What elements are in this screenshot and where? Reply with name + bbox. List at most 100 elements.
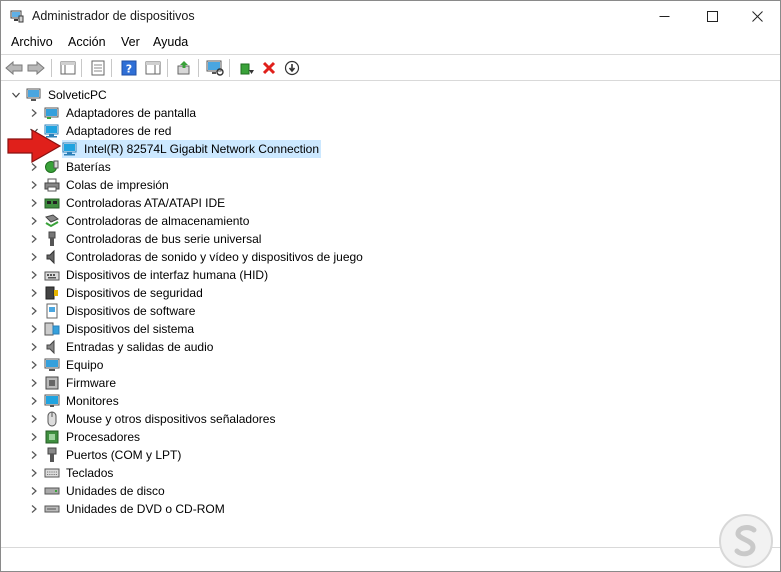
tree-item-label: Colas de impresión [66, 178, 169, 192]
processor-icon [44, 429, 60, 445]
device-manager-app-icon [10, 9, 24, 23]
tree-category-item[interactable]: Procesadores [28, 428, 142, 446]
menu-archivo[interactable]: Archivo [11, 35, 53, 49]
storage-controller-icon [44, 213, 60, 229]
enable-device-icon[interactable] [237, 58, 257, 78]
chevron-right-icon[interactable] [28, 431, 40, 443]
tree-category-item[interactable]: Puertos (COM y LPT) [28, 446, 183, 464]
tree-item-label: Procesadores [66, 430, 141, 444]
chevron-right-icon[interactable] [28, 269, 40, 281]
tree-item-label: Unidades de disco [66, 484, 165, 498]
chevron-right-icon[interactable] [28, 287, 40, 299]
tree-category-item[interactable]: Dispositivos de seguridad [28, 284, 205, 302]
chevron-right-icon[interactable] [28, 467, 40, 479]
security-device-icon [44, 285, 60, 301]
tree-category-item[interactable]: Firmware [28, 374, 118, 392]
computer-icon [26, 87, 42, 103]
menu-accion[interactable]: Acción [68, 35, 106, 49]
tree-category-item[interactable]: Controladoras de sonido y vídeo y dispos… [28, 248, 365, 266]
audio-io-icon [44, 339, 60, 355]
port-icon [44, 447, 60, 463]
menu-ayuda[interactable]: Ayuda [153, 35, 188, 49]
tree-category-item[interactable]: Dispositivos de software [28, 302, 197, 320]
back-arrow-icon[interactable] [4, 58, 24, 78]
update-driver-icon[interactable] [174, 58, 194, 78]
toolbar-separator [198, 59, 199, 77]
tree-item-label: Adaptadores de red [66, 124, 172, 138]
tree-category-item[interactable]: Teclados [28, 464, 115, 482]
tree-item-label: Dispositivos de software [66, 304, 196, 318]
tree-category-item[interactable]: Adaptadores de pantalla [28, 104, 198, 122]
tree-item-label: Dispositivos de seguridad [66, 286, 203, 300]
tree-item-label: Controladoras de bus serie universal [66, 232, 262, 246]
tree-category-item[interactable]: Controladoras de almacenamiento [28, 212, 251, 230]
tree-item-label: Monitores [66, 394, 119, 408]
chevron-right-icon[interactable] [28, 179, 40, 191]
chevron-right-icon[interactable] [28, 449, 40, 461]
device-tree: SolveticPC Adaptadores de pantalla Adapta… [2, 82, 779, 545]
tree-item-label: Equipo [66, 358, 104, 372]
toolbar-separator [111, 59, 112, 77]
chevron-down-icon[interactable] [10, 89, 22, 101]
disable-device-icon[interactable] [282, 58, 302, 78]
hid-icon [44, 267, 60, 283]
chevron-right-icon[interactable] [28, 359, 40, 371]
chevron-right-icon[interactable] [28, 341, 40, 353]
tree-category-item[interactable]: Dispositivos del sistema [28, 320, 196, 338]
tree-item-label: Firmware [66, 376, 116, 390]
tree-item-label: Intel(R) 82574L Gigabit Network Connecti… [82, 140, 322, 158]
status-bar [1, 547, 780, 571]
tree-category-item[interactable]: Unidades de DVD o CD-ROM [28, 500, 227, 518]
tree-category-item[interactable]: Controladoras de bus serie universal [28, 230, 263, 248]
printer-icon [44, 177, 60, 193]
chevron-right-icon[interactable] [28, 197, 40, 209]
show-hide-tree-icon[interactable] [58, 58, 78, 78]
tree-category-item[interactable]: Entradas y salidas de audio [28, 338, 215, 356]
tree-category-item[interactable]: Colas de impresión [28, 176, 171, 194]
chevron-right-icon[interactable] [28, 485, 40, 497]
chevron-right-icon[interactable] [28, 233, 40, 245]
toolbar-separator [81, 59, 82, 77]
ide-controller-icon [44, 195, 60, 211]
chevron-right-icon[interactable] [28, 323, 40, 335]
uninstall-device-icon[interactable] [259, 58, 279, 78]
tree-category-item[interactable]: Monitores [28, 392, 121, 410]
tree-category-item[interactable]: Unidades de disco [28, 482, 167, 500]
menu-ver[interactable]: Ver [121, 35, 140, 49]
disk-drive-icon [44, 483, 60, 499]
close-button[interactable] [734, 1, 780, 32]
monitor-icon [44, 393, 60, 409]
chevron-right-icon[interactable] [28, 413, 40, 425]
svg-text:?: ? [126, 63, 132, 76]
tree-item-label: Teclados [66, 466, 114, 480]
chevron-right-icon[interactable] [28, 305, 40, 317]
help-icon[interactable]: ? [119, 58, 139, 78]
tree-item-label: Baterías [66, 160, 111, 174]
solvetic-logo [719, 514, 773, 568]
tree-category-item[interactable]: Controladoras ATA/ATAPI IDE [28, 194, 227, 212]
chevron-right-icon[interactable] [28, 503, 40, 515]
action-pane-icon[interactable] [143, 58, 163, 78]
tree-item-label: Entradas y salidas de audio [66, 340, 214, 354]
scan-hardware-icon[interactable] [205, 58, 225, 78]
tree-category-item[interactable]: Equipo [28, 356, 105, 374]
properties-icon[interactable] [88, 58, 108, 78]
chevron-right-icon[interactable] [28, 215, 40, 227]
chevron-right-icon[interactable] [28, 377, 40, 389]
tree-device-item[interactable]: Intel(R) 82574L Gigabit Network Connecti… [62, 140, 322, 158]
toolbar-separator [51, 59, 52, 77]
chevron-right-icon[interactable] [28, 107, 40, 119]
chevron-right-icon[interactable] [28, 251, 40, 263]
toolbar-separator [167, 59, 168, 77]
tree-item-label: Controladoras de sonido y vídeo y dispos… [66, 250, 363, 264]
tree-root-label: SolveticPC [48, 88, 107, 102]
tree-root[interactable]: SolveticPC [10, 86, 109, 104]
chevron-right-icon[interactable] [28, 395, 40, 407]
maximize-button[interactable] [689, 1, 735, 32]
tree-category-item[interactable]: Mouse y otros dispositivos señaladores [28, 410, 277, 428]
computer-icon [44, 357, 60, 373]
minimize-button[interactable] [641, 1, 687, 32]
forward-arrow-icon[interactable] [26, 58, 46, 78]
tree-item-label: Dispositivos de interfaz humana (HID) [66, 268, 269, 282]
tree-category-item[interactable]: Dispositivos de interfaz humana (HID) [28, 266, 270, 284]
